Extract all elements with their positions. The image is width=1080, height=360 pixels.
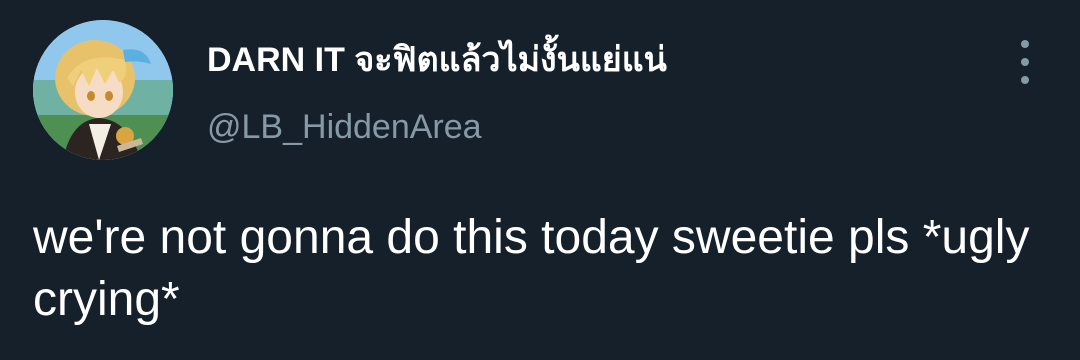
avatar-image — [33, 20, 173, 160]
more-options-button[interactable] — [1010, 40, 1040, 84]
avatar[interactable] — [33, 20, 173, 160]
tweet-text: we're not gonna do this today sweetie pl… — [33, 211, 1030, 326]
vertical-ellipsis-icon — [1021, 40, 1029, 84]
tweet-card: DARN IT จะฟิตแล้วไม่งั้นแย่แน่ @LB_Hidde… — [0, 0, 1080, 360]
user-handle[interactable]: @LB_HiddenArea — [207, 107, 482, 147]
display-name[interactable]: DARN IT จะฟิตแล้วไม่งั้นแย่แน่ — [207, 40, 667, 80]
